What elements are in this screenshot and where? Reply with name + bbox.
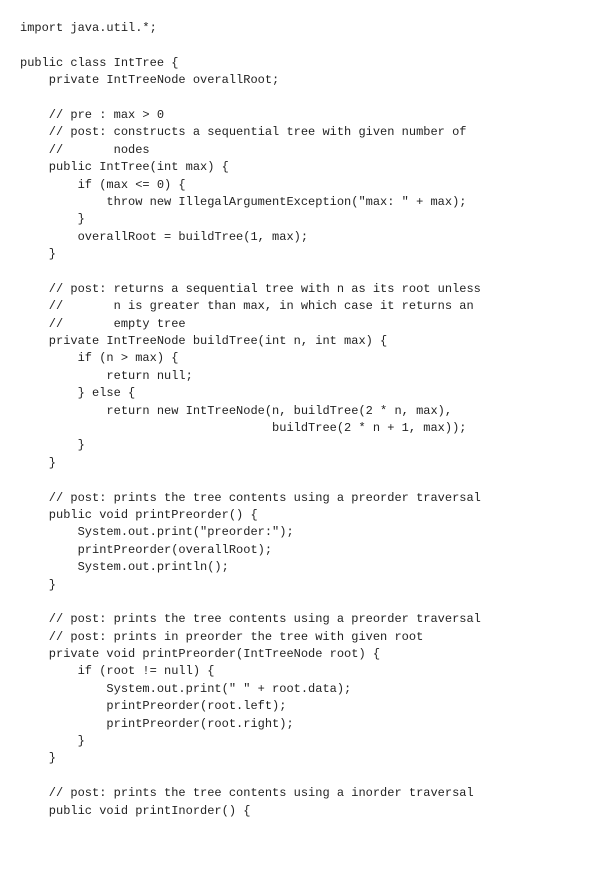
code-block: import java.util.*; public class IntTree… xyxy=(20,20,582,820)
code-content: import java.util.*; public class IntTree… xyxy=(20,21,481,818)
